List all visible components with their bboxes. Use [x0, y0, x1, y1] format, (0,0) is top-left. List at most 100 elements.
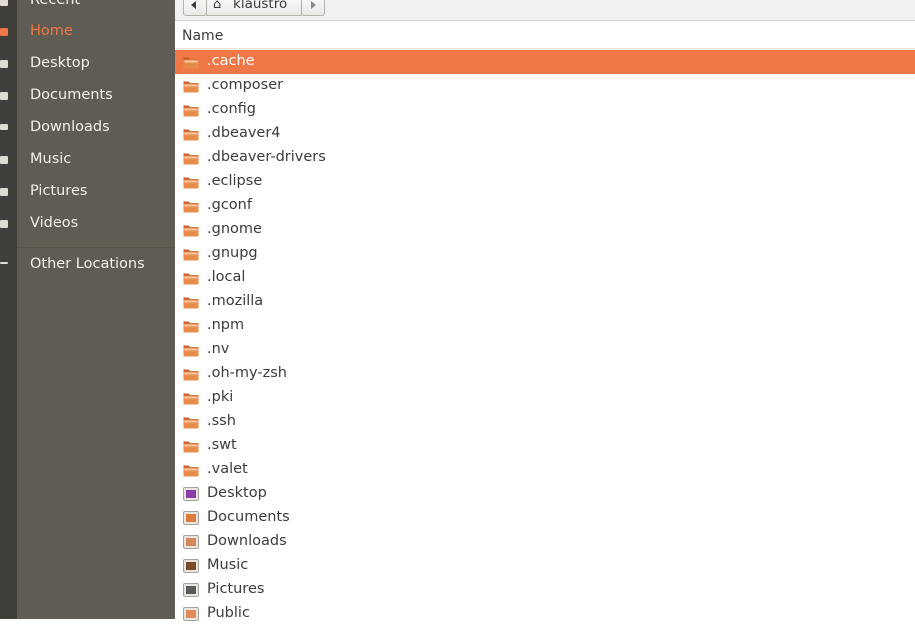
list-item[interactable]: Pictures [175, 578, 915, 602]
folder-icon [183, 79, 199, 93]
file-name: .local [207, 269, 246, 285]
file-name: .ssh [207, 413, 236, 429]
file-name: .cache [207, 53, 255, 69]
file-name: .gnupg [207, 245, 258, 261]
file-view: ⌂ klaustro Name .cache .composer .config .d… [175, 0, 915, 621]
sidebar-item-documents[interactable]: Documents [30, 87, 113, 103]
list-item[interactable]: .nv [175, 338, 915, 362]
list-item[interactable]: .cache [175, 50, 915, 74]
chevron-right-icon [311, 1, 316, 9]
home-icon [0, 28, 8, 36]
list-item[interactable]: Public [175, 602, 915, 626]
downloads-folder-icon [183, 535, 199, 549]
sidebar-item-desktop[interactable]: Desktop [30, 55, 90, 71]
folder-icon [183, 463, 199, 477]
sidebar-edge [0, 0, 17, 619]
list-item[interactable]: .gnupg [175, 242, 915, 266]
folder-icon [183, 295, 199, 309]
folder-icon [183, 415, 199, 429]
file-name: Desktop [207, 485, 267, 501]
file-name: .eclipse [207, 173, 263, 189]
music-folder-icon [183, 559, 199, 573]
downloads-icon [0, 124, 8, 130]
path-home-button[interactable]: ⌂ klaustro [206, 0, 302, 16]
music-icon [0, 156, 8, 164]
list-item[interactable]: .ssh [175, 410, 915, 434]
videos-icon [0, 220, 8, 228]
sidebar: Recent Home Desktop Documents Downloads … [17, 0, 175, 619]
file-name: .dbeaver-drivers [207, 149, 326, 165]
file-name: .nv [207, 341, 230, 357]
list-item[interactable]: Music [175, 554, 915, 578]
plus-icon [0, 262, 8, 264]
file-name: .gconf [207, 197, 252, 213]
documents-folder-icon [183, 511, 199, 525]
file-name: Documents [207, 509, 290, 525]
chevron-left-icon [191, 1, 196, 9]
path-bar: ⌂ klaustro [175, 0, 915, 21]
folder-icon [183, 319, 199, 333]
list-item[interactable]: .pki [175, 386, 915, 410]
file-name: Music [207, 557, 249, 573]
folder-icon [183, 103, 199, 117]
folder-icon [183, 127, 199, 141]
folder-icon [183, 367, 199, 381]
file-name: .dbeaver4 [207, 125, 281, 141]
list-item[interactable]: .local [175, 266, 915, 290]
list-item[interactable]: .mozilla [175, 290, 915, 314]
list-item[interactable]: .dbeaver-drivers [175, 146, 915, 170]
file-name: .swt [207, 437, 237, 453]
path-back-button[interactable] [183, 0, 207, 16]
list-item[interactable]: .oh-my-zsh [175, 362, 915, 386]
sidebar-item-music[interactable]: Music [30, 151, 71, 167]
list-item[interactable]: .eclipse [175, 170, 915, 194]
folder-icon [183, 271, 199, 285]
sidebar-item-recent[interactable]: Recent [30, 0, 80, 8]
sidebar-item-other-locations[interactable]: Other Locations [30, 256, 145, 272]
list-item[interactable]: .npm [175, 314, 915, 338]
folder-icon [183, 151, 199, 165]
folder-icon [183, 199, 199, 213]
file-name: .composer [207, 77, 284, 93]
folder-icon [183, 223, 199, 237]
file-name: Downloads [207, 533, 287, 549]
documents-icon [0, 92, 8, 100]
file-name: .valet [207, 461, 248, 477]
list-item[interactable]: Downloads [175, 530, 915, 554]
column-header-label: Name [182, 28, 224, 44]
file-name: .gnome [207, 221, 262, 237]
folder-icon [183, 175, 199, 189]
list-item[interactable]: Desktop [175, 482, 915, 506]
file-name: .pki [207, 389, 234, 405]
sidebar-item-videos[interactable]: Videos [30, 215, 78, 231]
column-header-name[interactable]: Name [175, 24, 915, 49]
folder-icon [183, 247, 199, 261]
list-item[interactable]: .config [175, 98, 915, 122]
file-name: .npm [207, 317, 245, 333]
folder-icon [183, 391, 199, 405]
sidebar-item-pictures[interactable]: Pictures [30, 183, 87, 199]
file-name: .oh-my-zsh [207, 365, 287, 381]
desktop-icon [0, 60, 8, 68]
sidebar-item-home[interactable]: Home [30, 23, 73, 39]
list-item[interactable]: Documents [175, 506, 915, 530]
desktop-folder-icon [183, 487, 199, 501]
list-item[interactable]: .composer [175, 74, 915, 98]
folder-icon [183, 439, 199, 453]
file-name: .config [207, 101, 256, 117]
folder-icon [183, 343, 199, 357]
pictures-folder-icon [183, 583, 199, 597]
path-forward-button[interactable] [301, 0, 325, 16]
file-name: .mozilla [207, 293, 264, 309]
home-icon: ⌂ [213, 0, 222, 12]
path-current-label: klaustro [233, 0, 288, 12]
sidebar-divider [17, 247, 175, 248]
list-item[interactable]: .dbeaver4 [175, 122, 915, 146]
clock-icon [0, 0, 8, 6]
sidebar-item-downloads[interactable]: Downloads [30, 119, 110, 135]
list-item[interactable]: .swt [175, 434, 915, 458]
list-item[interactable]: .gconf [175, 194, 915, 218]
file-name: Pictures [207, 581, 265, 597]
list-item[interactable]: .gnome [175, 218, 915, 242]
list-item[interactable]: .valet [175, 458, 915, 482]
